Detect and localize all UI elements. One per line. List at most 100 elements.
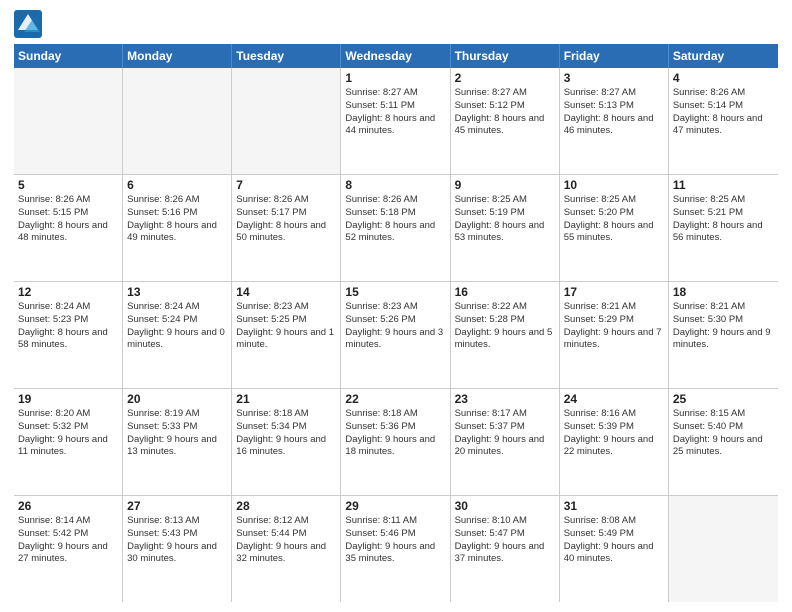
day-cell-7: 7 Sunrise: 8:26 AM Sunset: 5:17 PM Daylig… bbox=[232, 175, 341, 281]
day-info: Sunrise: 8:19 AM Sunset: 5:33 PM Dayligh… bbox=[127, 408, 227, 459]
day-info: Sunrise: 8:12 AM Sunset: 5:44 PM Dayligh… bbox=[236, 515, 336, 566]
day-cell-23: 23 Sunrise: 8:17 AM Sunset: 5:37 PM Dayli… bbox=[451, 389, 560, 495]
day-number: 6 bbox=[127, 178, 227, 192]
calendar-week-2: 5 Sunrise: 8:26 AM Sunset: 5:15 PM Daylig… bbox=[14, 175, 778, 282]
day-number: 26 bbox=[18, 499, 118, 513]
day-info: Sunrise: 8:13 AM Sunset: 5:43 PM Dayligh… bbox=[127, 515, 227, 566]
calendar: SundayMondayTuesdayWednesdayThursdayFrid… bbox=[14, 44, 778, 602]
day-info: Sunrise: 8:26 AM Sunset: 5:14 PM Dayligh… bbox=[673, 87, 774, 138]
calendar-body: 1 Sunrise: 8:27 AM Sunset: 5:11 PM Daylig… bbox=[14, 68, 778, 602]
day-cell-21: 21Sunrise: 8:18 AM Sunset: 5:34 PM Dayli… bbox=[232, 389, 341, 495]
day-info: Sunrise: 8:27 AM Sunset: 5:13 PM Dayligh… bbox=[564, 87, 664, 138]
day-number: 23 bbox=[455, 392, 555, 406]
day-cell-11: 11 Sunrise: 8:25 AM Sunset: 5:21 PM Dayli… bbox=[669, 175, 778, 281]
day-cell-27: 27 Sunrise: 8:13 AM Sunset: 5:43 PM Dayli… bbox=[123, 496, 232, 602]
day-cell-13: 13 Sunrise: 8:24 AM Sunset: 5:24 PM Dayli… bbox=[123, 282, 232, 388]
day-number: 10 bbox=[564, 178, 664, 192]
day-number: 14 bbox=[236, 285, 336, 299]
logo-icon bbox=[14, 10, 42, 38]
day-cell-5: 5 Sunrise: 8:26 AM Sunset: 5:15 PM Daylig… bbox=[14, 175, 123, 281]
day-cell-24: 24 Sunrise: 8:16 AM Sunset: 5:39 PM Dayli… bbox=[560, 389, 669, 495]
day-number: 29 bbox=[345, 499, 445, 513]
day-info: Sunrise: 8:26 AM Sunset: 5:16 PM Dayligh… bbox=[127, 194, 227, 245]
day-info: Sunrise: 8:11 AM Sunset: 5:46 PM Dayligh… bbox=[345, 515, 445, 566]
day-cell-29: 29 Sunrise: 8:11 AM Sunset: 5:46 PM Dayli… bbox=[341, 496, 450, 602]
day-cell-2: 2 Sunrise: 8:27 AM Sunset: 5:12 PM Daylig… bbox=[451, 68, 560, 174]
day-number: 17 bbox=[564, 285, 664, 299]
header-day-sunday: Sunday bbox=[14, 44, 123, 68]
calendar-week-3: 12Sunrise: 8:24 AM Sunset: 5:23 PM Dayli… bbox=[14, 282, 778, 389]
day-number: 19 bbox=[18, 392, 118, 406]
day-info: Sunrise: 8:16 AM Sunset: 5:39 PM Dayligh… bbox=[564, 408, 664, 459]
empty-cell bbox=[14, 68, 123, 174]
day-cell-9: 9 Sunrise: 8:25 AM Sunset: 5:19 PM Daylig… bbox=[451, 175, 560, 281]
day-cell-20: 20Sunrise: 8:19 AM Sunset: 5:33 PM Dayli… bbox=[123, 389, 232, 495]
empty-cell bbox=[669, 496, 778, 602]
day-info: Sunrise: 8:21 AM Sunset: 5:30 PM Dayligh… bbox=[673, 301, 774, 352]
day-info: Sunrise: 8:21 AM Sunset: 5:29 PM Dayligh… bbox=[564, 301, 664, 352]
day-info: Sunrise: 8:18 AM Sunset: 5:34 PM Dayligh… bbox=[236, 408, 336, 459]
day-number: 11 bbox=[673, 178, 774, 192]
logo bbox=[14, 10, 46, 38]
day-number: 13 bbox=[127, 285, 227, 299]
day-info: Sunrise: 8:10 AM Sunset: 5:47 PM Dayligh… bbox=[455, 515, 555, 566]
day-number: 25 bbox=[673, 392, 774, 406]
day-number: 27 bbox=[127, 499, 227, 513]
day-cell-17: 17 Sunrise: 8:21 AM Sunset: 5:29 PM Dayli… bbox=[560, 282, 669, 388]
day-cell-25: 25 Sunrise: 8:15 AM Sunset: 5:40 PM Dayli… bbox=[669, 389, 778, 495]
day-info: Sunrise: 8:25 AM Sunset: 5:20 PM Dayligh… bbox=[564, 194, 664, 245]
day-info: Sunrise: 8:20 AM Sunset: 5:32 PM Dayligh… bbox=[18, 408, 118, 459]
day-number: 3 bbox=[564, 71, 664, 85]
header-day-friday: Friday bbox=[560, 44, 669, 68]
day-cell-19: 19 Sunrise: 8:20 AM Sunset: 5:32 PM Dayli… bbox=[14, 389, 123, 495]
calendar-week-1: 1 Sunrise: 8:27 AM Sunset: 5:11 PM Daylig… bbox=[14, 68, 778, 175]
day-number: 28 bbox=[236, 499, 336, 513]
day-cell-31: 31Sunrise: 8:08 AM Sunset: 5:49 PM Dayli… bbox=[560, 496, 669, 602]
day-info: Sunrise: 8:26 AM Sunset: 5:15 PM Dayligh… bbox=[18, 194, 118, 245]
day-info: Sunrise: 8:08 AM Sunset: 5:49 PM Dayligh… bbox=[564, 515, 664, 566]
day-info: Sunrise: 8:15 AM Sunset: 5:40 PM Dayligh… bbox=[673, 408, 774, 459]
day-info: Sunrise: 8:23 AM Sunset: 5:26 PM Dayligh… bbox=[345, 301, 445, 352]
day-cell-12: 12Sunrise: 8:24 AM Sunset: 5:23 PM Dayli… bbox=[14, 282, 123, 388]
day-number: 16 bbox=[455, 285, 555, 299]
day-cell-4: 4 Sunrise: 8:26 AM Sunset: 5:14 PM Daylig… bbox=[669, 68, 778, 174]
day-cell-14: 14 Sunrise: 8:23 AM Sunset: 5:25 PM Dayli… bbox=[232, 282, 341, 388]
header-day-thursday: Thursday bbox=[451, 44, 560, 68]
day-number: 2 bbox=[455, 71, 555, 85]
day-info: Sunrise: 8:25 AM Sunset: 5:19 PM Dayligh… bbox=[455, 194, 555, 245]
day-cell-15: 15Sunrise: 8:23 AM Sunset: 5:26 PM Dayli… bbox=[341, 282, 450, 388]
header-day-saturday: Saturday bbox=[669, 44, 778, 68]
day-cell-22: 22Sunrise: 8:18 AM Sunset: 5:36 PM Dayli… bbox=[341, 389, 450, 495]
day-number: 5 bbox=[18, 178, 118, 192]
day-number: 4 bbox=[673, 71, 774, 85]
day-info: Sunrise: 8:27 AM Sunset: 5:11 PM Dayligh… bbox=[345, 87, 445, 138]
day-info: Sunrise: 8:24 AM Sunset: 5:24 PM Dayligh… bbox=[127, 301, 227, 352]
header-day-wednesday: Wednesday bbox=[341, 44, 450, 68]
day-info: Sunrise: 8:25 AM Sunset: 5:21 PM Dayligh… bbox=[673, 194, 774, 245]
day-number: 9 bbox=[455, 178, 555, 192]
day-cell-10: 10 Sunrise: 8:25 AM Sunset: 5:20 PM Dayli… bbox=[560, 175, 669, 281]
header-day-tuesday: Tuesday bbox=[232, 44, 341, 68]
empty-cell bbox=[232, 68, 341, 174]
day-info: Sunrise: 8:17 AM Sunset: 5:37 PM Dayligh… bbox=[455, 408, 555, 459]
day-cell-18: 18 Sunrise: 8:21 AM Sunset: 5:30 PM Dayli… bbox=[669, 282, 778, 388]
day-number: 1 bbox=[345, 71, 445, 85]
calendar-week-5: 26Sunrise: 8:14 AM Sunset: 5:42 PM Dayli… bbox=[14, 496, 778, 602]
day-cell-16: 16 Sunrise: 8:22 AM Sunset: 5:28 PM Dayli… bbox=[451, 282, 560, 388]
day-info: Sunrise: 8:23 AM Sunset: 5:25 PM Dayligh… bbox=[236, 301, 336, 352]
day-number: 24 bbox=[564, 392, 664, 406]
day-info: Sunrise: 8:26 AM Sunset: 5:18 PM Dayligh… bbox=[345, 194, 445, 245]
day-info: Sunrise: 8:22 AM Sunset: 5:28 PM Dayligh… bbox=[455, 301, 555, 352]
day-number: 12 bbox=[18, 285, 118, 299]
day-cell-3: 3 Sunrise: 8:27 AM Sunset: 5:13 PM Daylig… bbox=[560, 68, 669, 174]
day-info: Sunrise: 8:27 AM Sunset: 5:12 PM Dayligh… bbox=[455, 87, 555, 138]
day-cell-26: 26Sunrise: 8:14 AM Sunset: 5:42 PM Dayli… bbox=[14, 496, 123, 602]
day-info: Sunrise: 8:26 AM Sunset: 5:17 PM Dayligh… bbox=[236, 194, 336, 245]
day-number: 22 bbox=[345, 392, 445, 406]
day-number: 18 bbox=[673, 285, 774, 299]
day-cell-28: 28 Sunrise: 8:12 AM Sunset: 5:44 PM Dayli… bbox=[232, 496, 341, 602]
day-number: 7 bbox=[236, 178, 336, 192]
day-cell-1: 1 Sunrise: 8:27 AM Sunset: 5:11 PM Daylig… bbox=[341, 68, 450, 174]
calendar-header: SundayMondayTuesdayWednesdayThursdayFrid… bbox=[14, 44, 778, 68]
day-number: 30 bbox=[455, 499, 555, 513]
